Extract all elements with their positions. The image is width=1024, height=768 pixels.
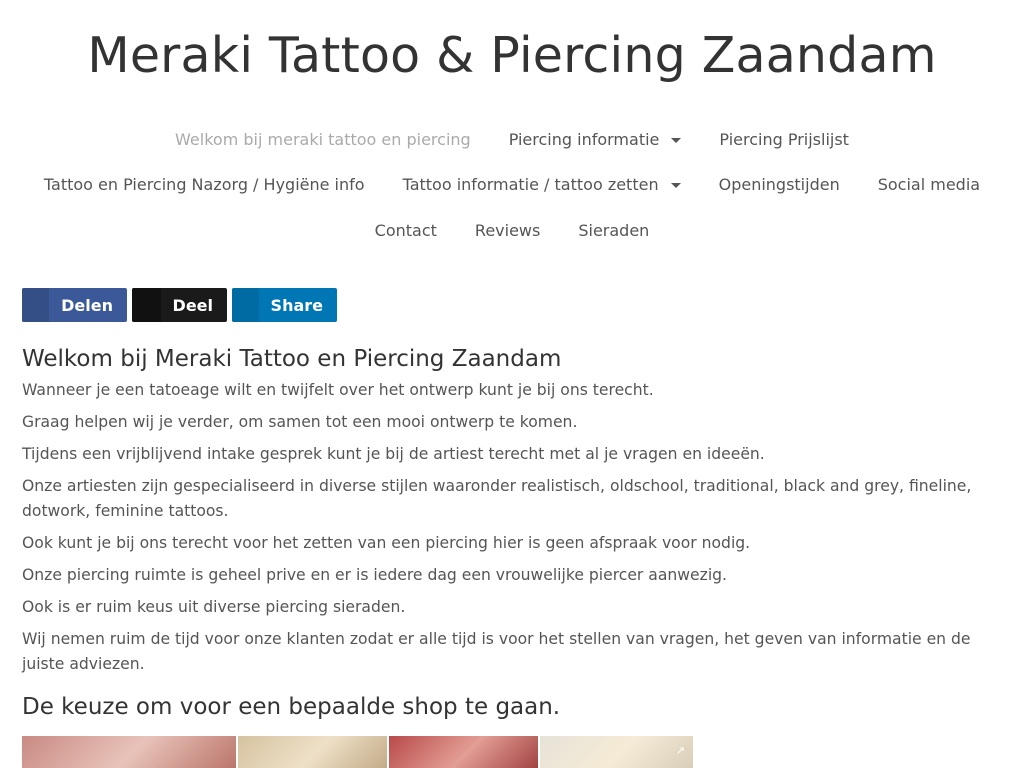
nav-item-label: Piercing Prijslijst: [719, 130, 849, 149]
paragraph: Ook kunt je bij ons terecht voor het zet…: [22, 534, 751, 552]
nav-item-piercing-informatie[interactable]: Piercing informatie: [490, 129, 701, 151]
main-content: Welkom bij Meraki Tattoo en Piercing Zaa…: [22, 344, 1007, 768]
facebook-share-button[interactable]: Delen: [22, 288, 127, 322]
nav-row-1: Welkom bij meraki tattoo en piercing Pie…: [0, 129, 1024, 151]
nav-item-label: Welkom bij meraki tattoo en piercing: [175, 130, 471, 149]
nav-item-label: Sieraden: [578, 221, 650, 240]
paragraph: Graag helpen wij je verder, om samen tot…: [22, 413, 578, 431]
gallery-image[interactable]: [238, 736, 387, 768]
nav-item-openingstijden[interactable]: Openingstijden: [700, 174, 859, 196]
nav-item-label: Contact: [374, 221, 437, 240]
nav-item-label: Reviews: [474, 221, 541, 240]
nav-row-2: Tattoo en Piercing Nazorg / Hygiëne info…: [0, 174, 1024, 196]
share-bar: Delen Deel Share: [22, 288, 342, 322]
linkedin-share-button[interactable]: Share: [232, 288, 337, 322]
nav-item-label: Openingstijden: [718, 175, 840, 194]
nav-item-label: Tattoo informatie / tattoo zetten: [402, 175, 659, 194]
image-gallery: ↗: [22, 736, 1007, 768]
page: Meraki Tattoo & Piercing Zaandam Welkom …: [0, 0, 1024, 768]
nav-item-contact[interactable]: Contact: [356, 220, 456, 242]
nav-item-piercing-prijslijst[interactable]: Piercing Prijslijst: [700, 129, 868, 151]
x-share-label: Deel: [172, 295, 213, 315]
x-icon: [132, 288, 161, 322]
linkedin-icon: [232, 288, 259, 322]
paragraph: Wij nemen ruim de tijd voor onze klanten…: [22, 630, 971, 673]
gallery-image[interactable]: ↗: [540, 736, 693, 768]
paragraph: Tijdens een vrijblijvend intake gesprek …: [22, 445, 765, 463]
site-title[interactable]: Meraki Tattoo & Piercing Zaandam: [0, 26, 1024, 86]
nav-item-nazorg[interactable]: Tattoo en Piercing Nazorg / Hygiëne info: [25, 174, 384, 196]
paragraph: Ook is er ruim keus uit diverse piercing…: [22, 598, 406, 616]
nav-item-sieraden[interactable]: Sieraden: [559, 220, 668, 242]
chevron-down-icon[interactable]: [671, 137, 682, 143]
nav-item-label: Social media: [877, 175, 981, 194]
chevron-down-icon[interactable]: [670, 182, 681, 188]
paragraph: Onze piercing ruimte is geheel prive en …: [22, 566, 728, 584]
paragraph: Onze artiesten zijn gespecialiseerd in d…: [22, 477, 972, 520]
paragraph: Wanneer je een tatoeage wilt en twijfelt…: [22, 381, 654, 399]
section-heading: De keuze om voor een bepaalde shop te ga…: [22, 694, 561, 720]
linkedin-share-label: Share: [270, 295, 323, 315]
gallery-image[interactable]: [389, 736, 538, 768]
x-share-button[interactable]: Deel: [132, 288, 227, 322]
nav-item-welkom[interactable]: Welkom bij meraki tattoo en piercing: [156, 129, 490, 151]
nav-item-tattoo-informatie[interactable]: Tattoo informatie / tattoo zetten: [384, 174, 700, 196]
facebook-share-label: Delen: [61, 295, 113, 315]
facebook-icon: [22, 288, 50, 322]
nav-item-label: Piercing informatie: [508, 130, 660, 149]
nav-item-social-media[interactable]: Social media: [859, 174, 999, 196]
nav-item-reviews[interactable]: Reviews: [456, 220, 559, 242]
page-heading: Welkom bij Meraki Tattoo en Piercing Zaa…: [22, 346, 562, 372]
gallery-image[interactable]: [22, 736, 236, 768]
expand-icon[interactable]: ↗: [676, 744, 685, 757]
nav-row-3: Contact Reviews Sieraden: [0, 220, 1024, 242]
nav-item-label: Tattoo en Piercing Nazorg / Hygiëne info: [43, 175, 365, 194]
